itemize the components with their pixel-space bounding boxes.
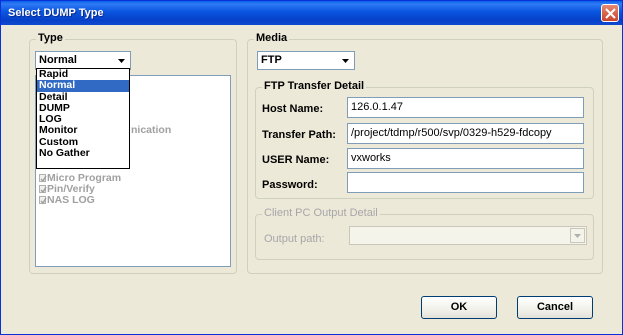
- title-bar[interactable]: Select DUMP Type: [1, 1, 622, 25]
- media-combobox[interactable]: FTP: [257, 51, 355, 70]
- type-selected-value: Normal: [39, 54, 77, 66]
- type-dropdown-button[interactable]: [114, 53, 129, 68]
- checkmark-icon: [40, 197, 47, 204]
- dialog-window: Select DUMP Type Type Normal nication Mi…: [0, 0, 623, 335]
- checkmark-icon: [40, 175, 47, 182]
- media-dropdown-button[interactable]: [338, 53, 353, 68]
- media-selected-value: FTP: [261, 54, 282, 66]
- cancel-button[interactable]: Cancel: [517, 296, 593, 319]
- checkbox[interactable]: [39, 195, 47, 204]
- type-dropdown-list[interactable]: Rapid Normal Detail DUMP LOG Monitor Cus…: [36, 68, 130, 169]
- transfer-path-label: Transfer Path:: [262, 129, 336, 141]
- list-item[interactable]: Pin/Verify: [39, 183, 95, 195]
- output-path-label: Output path:: [264, 233, 325, 245]
- close-icon: [605, 8, 616, 19]
- password-input[interactable]: [347, 172, 584, 193]
- dropdown-option-normal[interactable]: Normal: [37, 80, 129, 92]
- output-path-combobox[interactable]: [349, 226, 587, 245]
- user-name-input[interactable]: vxworks: [347, 148, 584, 169]
- chevron-down-icon: [574, 234, 581, 238]
- list-partial-text: nication: [131, 124, 172, 136]
- password-label: Password:: [262, 179, 318, 191]
- window-title: Select DUMP Type: [8, 7, 104, 19]
- close-button[interactable]: [601, 4, 619, 22]
- type-group-label: Type: [36, 32, 65, 44]
- transfer-path-input[interactable]: /project/tdmp/r500/svp/0329-h529-fdcopy: [347, 123, 584, 144]
- client-group-label: Client PC Output Detail: [262, 207, 380, 219]
- user-name-label: USER Name:: [262, 154, 330, 166]
- media-group-label: Media: [254, 32, 290, 44]
- list-item[interactable]: Micro Program: [39, 172, 121, 184]
- ok-button[interactable]: OK: [421, 296, 497, 319]
- checkbox[interactable]: [39, 184, 47, 193]
- chevron-down-icon: [342, 59, 349, 63]
- chevron-down-icon: [118, 59, 125, 63]
- list-item[interactable]: NAS LOG: [39, 193, 95, 206]
- output-path-dropdown-button[interactable]: [570, 228, 585, 243]
- list-item-label: NAS LOG: [47, 193, 95, 206]
- dropdown-option-no-gather[interactable]: No Gather: [37, 147, 129, 159]
- host-name-label: Host Name:: [262, 103, 324, 115]
- host-name-input[interactable]: 126.0.1.47: [347, 97, 584, 118]
- checkmark-icon: [40, 186, 47, 193]
- ftp-group-label: FTP Transfer Detail: [262, 80, 367, 92]
- checkbox[interactable]: [39, 173, 47, 182]
